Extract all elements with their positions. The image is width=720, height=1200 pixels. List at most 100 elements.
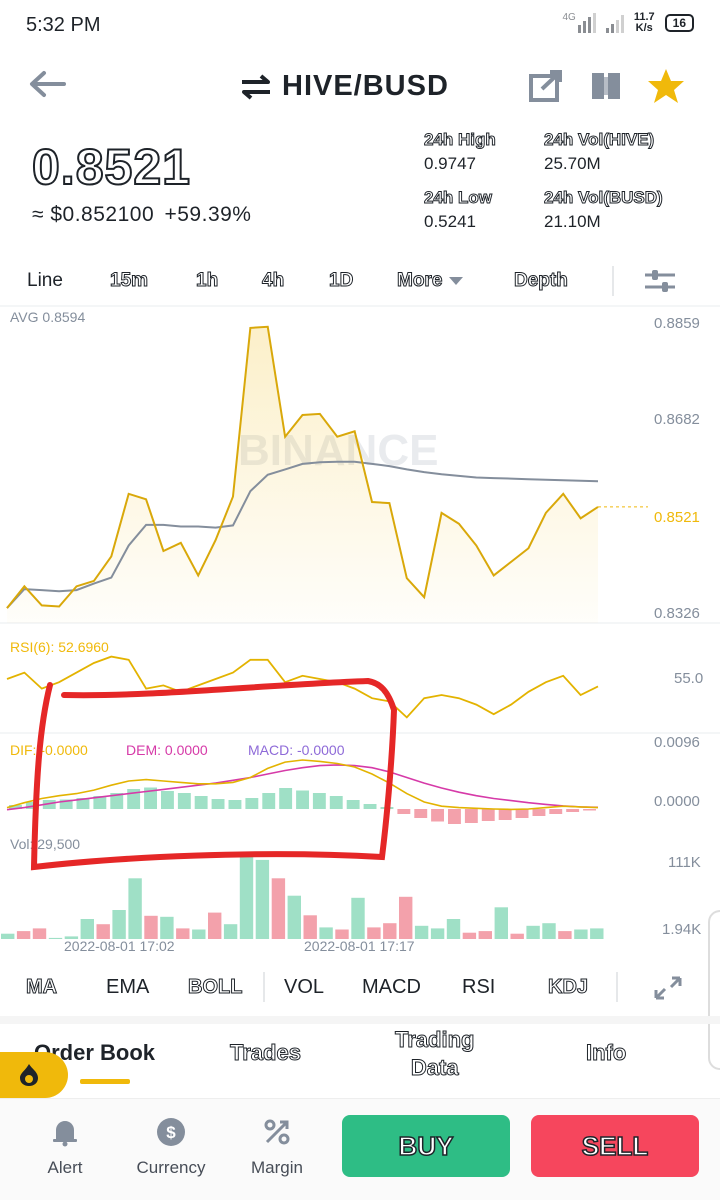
macd-bar: [211, 799, 225, 809]
volume-bar: [446, 919, 461, 939]
indicator-ema[interactable]: EMA: [106, 976, 149, 999]
back-arrow-icon[interactable]: [24, 66, 72, 102]
volume-bar: [112, 910, 126, 939]
volume-bar: [287, 895, 301, 939]
volume-bar: [176, 928, 190, 939]
volume-bar: [494, 907, 508, 939]
volume-bar: [208, 912, 222, 939]
floating-widget-button[interactable]: [0, 1052, 68, 1098]
price-sub: ≈ $0.852100 +59.39%: [32, 203, 251, 227]
interval-tabs: Line 15m 1h 4h 1D More Depth: [0, 262, 720, 304]
buy-button[interactable]: BUY: [342, 1115, 510, 1177]
macd-bar: [177, 793, 191, 809]
tab-1h[interactable]: 1h: [195, 270, 218, 292]
tab-15m[interactable]: 15m: [109, 270, 148, 292]
tab-1d[interactable]: 1D: [328, 270, 353, 292]
tab-info[interactable]: Info: [585, 1040, 626, 1066]
net-speed: 11.7 K/s: [633, 11, 655, 34]
status-time: 5:32 PM: [26, 14, 101, 36]
share-icon[interactable]: [524, 64, 568, 108]
chart-svg[interactable]: BINANCE AVG 0.8594 0.8859 0.8682 0.8521 …: [0, 305, 720, 955]
rsi-tick: 55.0: [674, 670, 703, 687]
indicator-ma[interactable]: MA: [25, 976, 57, 999]
tab-trades[interactable]: Trades: [230, 1040, 302, 1066]
macd-bar: [312, 793, 326, 809]
indicator-vol[interactable]: VOL: [284, 976, 324, 999]
volume-bar: [16, 931, 31, 939]
flame-icon: [20, 1064, 38, 1086]
volume-bar: [526, 925, 540, 939]
indicator-rsi[interactable]: RSI: [462, 976, 495, 999]
star-icon[interactable]: [644, 64, 688, 108]
volume-bar: [223, 924, 238, 939]
signal-icon: [577, 13, 596, 33]
macd-bar: [583, 809, 596, 811]
indicator-boll[interactable]: BOLL: [187, 976, 242, 999]
fullscreen-icon[interactable]: [652, 974, 684, 1007]
settings-sliders-icon[interactable]: [643, 266, 677, 301]
active-tab-indicator: [80, 1079, 130, 1084]
volume-bar: [414, 925, 429, 939]
alert-button[interactable]: Alert: [20, 1117, 110, 1178]
volume-bar: [574, 929, 588, 939]
battery-icon: 16: [664, 14, 694, 32]
y-tick-2: 0.8682: [654, 411, 700, 428]
stat-24h-high: 24h High 0.9747: [424, 130, 497, 174]
vol-tick-2: 1.94K: [662, 921, 701, 938]
macd-bar: [566, 809, 580, 812]
indicator-kdj[interactable]: KDJ: [547, 976, 588, 999]
tab-line[interactable]: Line: [27, 270, 63, 292]
volume-bar: [478, 931, 492, 939]
indicator-macd[interactable]: MACD: [362, 976, 421, 999]
x-tick-2: 2022-08-01 17:17: [304, 938, 415, 954]
macd-bar: [431, 809, 444, 822]
pair-selector[interactable]: HIVE/BUSD: [240, 70, 449, 103]
tab-trading-data[interactable]: Trading Data: [394, 1026, 474, 1082]
swap-icon: [242, 73, 270, 100]
macd-bar: [279, 788, 293, 809]
macd-bar: [346, 800, 360, 809]
last-price: 0.8521: [31, 138, 191, 196]
kline-chart[interactable]: BINANCE AVG 0.8594 0.8859 0.8682 0.8521 …: [0, 305, 720, 955]
volume-bar: [255, 859, 270, 939]
volume-bar: [239, 853, 254, 939]
stat-24h-low: 24h Low 0.5241: [423, 188, 493, 232]
usd-price: ≈ $0.852100: [32, 203, 155, 226]
volume-bar: [590, 928, 604, 939]
volume-bar: [96, 924, 110, 939]
dem-label: DEM: 0.0000: [126, 742, 208, 758]
vol-label: Vol: 29,500: [10, 836, 80, 852]
vol-tick-1: 111K: [668, 854, 701, 871]
price-change: +59.39%: [164, 203, 252, 226]
volume-bar: [430, 928, 445, 939]
volume-bar: [399, 896, 413, 939]
y-tick-4: 0.8326: [654, 605, 700, 622]
rsi-label: RSI(6): 52.6960: [10, 639, 109, 655]
book-icon[interactable]: [584, 64, 628, 108]
volume-bar: [160, 916, 174, 939]
volume-bar: [510, 933, 524, 939]
percent-icon: [264, 1119, 290, 1145]
macd-bar: [549, 809, 563, 814]
volume-bar: [462, 932, 477, 939]
status-icons: 4G 11.7 K/s 16: [562, 12, 694, 34]
currency-button[interactable]: $ Currency: [126, 1117, 216, 1178]
tab-more[interactable]: More: [396, 270, 464, 292]
macd-bar: [194, 796, 208, 809]
tab-4h[interactable]: 4h: [261, 270, 284, 292]
red-annotation: [30, 677, 398, 871]
tab-depth[interactable]: Depth: [514, 270, 569, 292]
pair-title: HIVE/BUSD: [282, 70, 449, 102]
volume-bar: [48, 937, 63, 939]
divider: [263, 972, 265, 1002]
signal-2-icon: [605, 13, 624, 33]
divider: [612, 266, 614, 296]
section-separator: [0, 1016, 720, 1024]
macd-bar: [245, 798, 259, 809]
macd-bar: [464, 809, 478, 823]
macd-bar: [515, 809, 529, 818]
sell-button[interactable]: SELL: [531, 1115, 699, 1177]
margin-button[interactable]: Margin: [232, 1117, 322, 1178]
volume-bar: [303, 915, 317, 939]
volume-bar: [80, 919, 94, 939]
